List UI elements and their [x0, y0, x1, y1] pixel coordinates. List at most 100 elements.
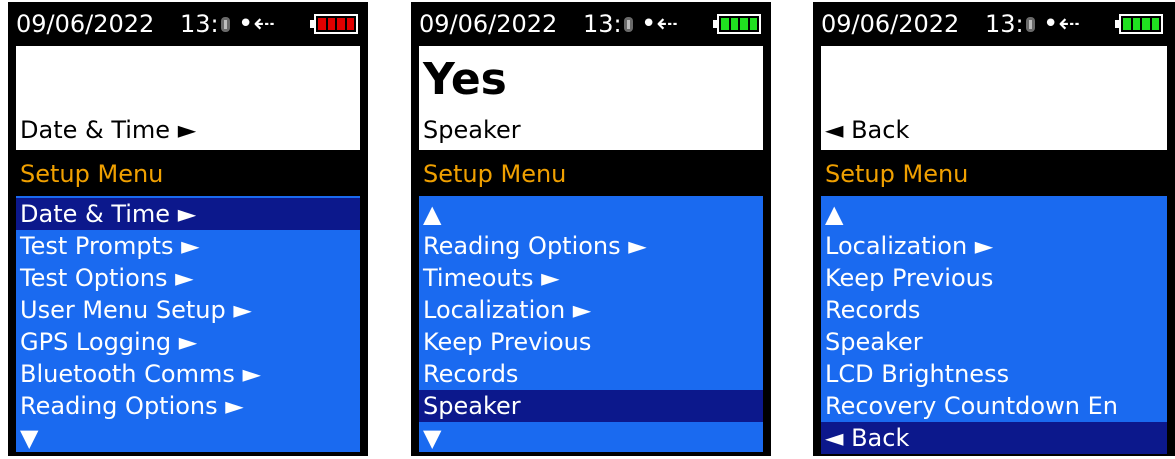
- battery-cells: [318, 18, 354, 30]
- menu-item-label: Speaker: [825, 328, 923, 356]
- title-area: ◄ Back: [821, 46, 1167, 150]
- scroll-down-icon: ▼: [20, 424, 39, 452]
- battery-cell: [730, 18, 738, 30]
- bluetooth-icon: [624, 17, 633, 32]
- menu-item[interactable]: Reading Options ►: [419, 230, 763, 262]
- title-label: Speaker: [423, 116, 521, 144]
- menu-list: Date & Time ► Test Prompts ► Test Option…: [16, 196, 360, 452]
- bluetooth-icon: [1026, 17, 1035, 32]
- battery-cell: [346, 18, 354, 30]
- status-date: 09/06/2022: [16, 10, 155, 38]
- battery-icon: [713, 14, 761, 34]
- battery-cell: [1123, 18, 1131, 30]
- battery-cell: [337, 18, 345, 30]
- scroll-up-arrow[interactable]: ▲: [821, 198, 1167, 230]
- battery-cell: [1132, 18, 1140, 30]
- title-value: Yes: [423, 54, 507, 105]
- menu-item-label: Test Prompts ►: [20, 232, 200, 260]
- battery-cell: [749, 18, 757, 30]
- menu-item-label: Localization ►: [825, 232, 994, 260]
- battery-cells: [721, 18, 757, 30]
- usb-icon: •⇠: [641, 9, 679, 39]
- menu-item-label: Reading Options ►: [423, 232, 647, 260]
- menu-item[interactable]: Bluetooth Comms ►: [16, 358, 360, 390]
- menu-item-label: Keep Previous: [825, 264, 994, 292]
- scroll-up-icon: ▲: [423, 200, 442, 228]
- menu-item-label: LCD Brightness: [825, 360, 1010, 388]
- scroll-up-arrow[interactable]: ▲: [419, 198, 763, 230]
- menu-header: Setup Menu: [821, 152, 1167, 196]
- menu-item[interactable]: Recovery Countdown En: [821, 390, 1167, 422]
- bluetooth-icon: [221, 17, 230, 32]
- battery-cell: [740, 18, 748, 30]
- device-screen-1: 09/06/2022 13: •⇠ Date & Time ► Setup Me…: [8, 2, 368, 456]
- menu-item[interactable]: Reading Options ►: [16, 390, 360, 422]
- battery-cell: [327, 18, 335, 30]
- menu-item[interactable]: Date & Time ►: [16, 198, 360, 230]
- title-area: Date & Time ►: [16, 46, 360, 150]
- menu-item[interactable]: LCD Brightness: [821, 358, 1167, 390]
- battery-cell: [318, 18, 326, 30]
- menu-item[interactable]: User Menu Setup ►: [16, 294, 360, 326]
- menu-item[interactable]: Localization ►: [821, 230, 1167, 262]
- menu-item-label: Records: [423, 360, 519, 388]
- menu-item-label: Recovery Countdown En: [825, 392, 1118, 420]
- menu-item[interactable]: Speaker: [821, 326, 1167, 358]
- menu-item[interactable]: Localization ►: [419, 294, 763, 326]
- battery-cell: [1151, 18, 1159, 30]
- status-time: 13:: [985, 10, 1024, 38]
- status-bar: 09/06/2022 13: •⇠: [411, 2, 771, 46]
- menu-list: ▲ Localization ► Keep Previous Records S…: [821, 196, 1167, 454]
- menu-item-label: User Menu Setup ►: [20, 296, 252, 324]
- menu-item[interactable]: Keep Previous: [419, 326, 763, 358]
- device-screen-2: 09/06/2022 13: •⇠ Yes Speaker Setup Menu…: [411, 2, 771, 456]
- battery-cell: [721, 18, 729, 30]
- menu-item-label: Date & Time ►: [20, 200, 197, 228]
- battery-icon: [1115, 14, 1163, 34]
- scroll-down-arrow[interactable]: ▼: [419, 422, 763, 454]
- menu-header: Setup Menu: [16, 152, 360, 196]
- menu-item-label: Speaker: [423, 392, 521, 420]
- menu-item-label: GPS Logging ►: [20, 328, 198, 356]
- menu-item-label: Bluetooth Comms ►: [20, 360, 261, 388]
- usb-icon: •⇠: [1043, 9, 1081, 39]
- menu-header-label: Setup Menu: [825, 160, 969, 188]
- menu-item[interactable]: Test Options ►: [16, 262, 360, 294]
- menu-item[interactable]: Test Prompts ►: [16, 230, 360, 262]
- menu-list: ▲ Reading Options ► Timeouts ► Localizat…: [419, 196, 763, 452]
- status-time: 13:: [583, 10, 622, 38]
- menu-item[interactable]: Records: [419, 358, 763, 390]
- device-screen-3: 09/06/2022 13: •⇠ ◄ Back Setup Menu ▲ Lo…: [813, 2, 1175, 456]
- menu-item[interactable]: Timeouts ►: [419, 262, 763, 294]
- back-menu-item[interactable]: ◄ Back: [821, 422, 1167, 454]
- menu-item-label: Timeouts ►: [423, 264, 560, 292]
- menu-item[interactable]: Keep Previous: [821, 262, 1167, 294]
- menu-item-label: Records: [825, 296, 921, 324]
- title-area: Yes Speaker: [419, 46, 763, 150]
- status-bar: 09/06/2022 13: •⇠: [813, 2, 1175, 46]
- menu-item-label: Reading Options ►: [20, 392, 244, 420]
- title-label: Date & Time ►: [20, 116, 197, 144]
- status-time: 13:: [180, 10, 219, 38]
- menu-item-label: ◄ Back: [825, 424, 910, 452]
- battery-cells: [1123, 18, 1159, 30]
- battery-cell: [1142, 18, 1150, 30]
- menu-item[interactable]: GPS Logging ►: [16, 326, 360, 358]
- scroll-up-icon: ▲: [825, 200, 844, 228]
- status-bar: 09/06/2022 13: •⇠: [8, 2, 368, 46]
- menu-item-label: Keep Previous: [423, 328, 592, 356]
- menu-header-label: Setup Menu: [20, 160, 164, 188]
- menu-header-label: Setup Menu: [423, 160, 567, 188]
- menu-item-label: Localization ►: [423, 296, 592, 324]
- menu-item-label: Test Options ►: [20, 264, 194, 292]
- menu-item[interactable]: Records: [821, 294, 1167, 326]
- title-label: ◄ Back: [825, 116, 910, 144]
- menu-item[interactable]: Speaker: [419, 390, 763, 422]
- status-date: 09/06/2022: [419, 10, 558, 38]
- usb-icon: •⇠: [238, 9, 276, 39]
- status-date: 09/06/2022: [821, 10, 960, 38]
- scroll-down-icon: ▼: [423, 424, 442, 452]
- scroll-down-arrow[interactable]: ▼: [16, 422, 360, 454]
- menu-header: Setup Menu: [419, 152, 763, 196]
- battery-icon: [310, 14, 358, 34]
